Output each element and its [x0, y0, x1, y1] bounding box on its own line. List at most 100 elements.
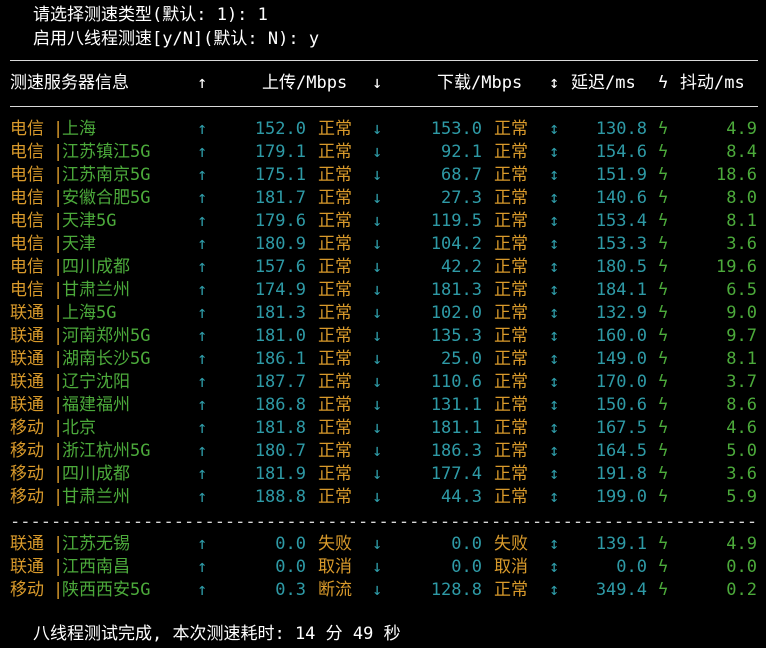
- header-jitter: 抖动/ms: [680, 73, 745, 93]
- download-status: 正常: [494, 188, 528, 208]
- upload-status: 正常: [318, 418, 352, 438]
- isp-name: 电信: [10, 257, 44, 277]
- server-location: 辽宁沈阳: [62, 372, 130, 392]
- isp-name: 移动: [10, 441, 44, 461]
- download-status: 正常: [494, 303, 528, 323]
- download-status: 正常: [494, 326, 528, 346]
- jitter-icon: ϟ: [658, 372, 669, 392]
- download-arrow-icon: ↓: [372, 257, 383, 277]
- latency-value: 170.0: [595, 372, 647, 392]
- isp-name: 电信: [10, 165, 44, 185]
- server-location: 甘肃兰州: [62, 280, 130, 300]
- table-row: 移动 | 陕西西安5G ↑ 0.3 断流 ↓ 128.8 正常 ↕ 349.4 ϟ 0.2: [0, 579, 766, 602]
- server-location: 江苏无锡: [62, 534, 130, 554]
- jitter-icon: ϟ: [658, 326, 669, 346]
- download-value: 27.3: [441, 188, 482, 208]
- updown-arrow-icon: ↕: [549, 211, 560, 231]
- upload-value: 181.3: [254, 303, 306, 323]
- upload-arrow-icon: ↑: [197, 395, 208, 415]
- upload-value: 0.3: [275, 580, 306, 600]
- updown-arrow-icon: ↕: [549, 441, 560, 461]
- download-arrow-icon: ↓: [372, 349, 383, 369]
- upload-value: 181.7: [254, 188, 306, 208]
- table-row: 电信 | 甘肃兰州 ↑ 174.9 正常 ↓ 181.3 正常 ↕ 184.1 ϟ 6.5: [0, 279, 766, 302]
- download-status: 正常: [494, 165, 528, 185]
- table-row: 联通 | 湖南长沙5G ↑ 186.1 正常 ↓ 25.0 正常 ↕ 149.0 ϟ 8.1: [0, 348, 766, 371]
- download-arrow-icon: ↓: [372, 119, 383, 139]
- download-status: 正常: [494, 580, 528, 600]
- jitter-icon: ϟ: [658, 534, 669, 554]
- jitter-value: 4.6: [726, 418, 757, 438]
- upload-value: 181.0: [254, 326, 306, 346]
- upload-value: 0.0: [275, 557, 306, 577]
- latency-value: 149.0: [595, 349, 647, 369]
- latency-value: 191.8: [595, 464, 647, 484]
- server-location: 浙江杭州5G: [62, 441, 151, 461]
- isp-name: 移动: [10, 487, 44, 507]
- latency-value: 184.1: [595, 280, 647, 300]
- table-row: 电信 | 安徽合肥5G ↑ 181.7 正常 ↓ 27.3 正常 ↕ 140.6 ϟ 8.0: [0, 187, 766, 210]
- header-upload: 上传/Mbps: [262, 73, 348, 93]
- upload-arrow-icon: ↑: [197, 303, 208, 323]
- jitter-icon: ϟ: [658, 580, 669, 600]
- server-location: 上海5G: [62, 303, 117, 323]
- upload-status: 失败: [318, 534, 352, 554]
- upload-arrow-icon: ↑: [197, 441, 208, 461]
- updown-arrow-icon: ↕: [549, 188, 560, 208]
- jitter-icon: ϟ: [658, 119, 669, 139]
- upload-value: 181.8: [254, 418, 306, 438]
- jitter-value: 8.6: [726, 395, 757, 415]
- updown-arrow-icon: ↕: [549, 142, 560, 162]
- latency-value: 153.3: [595, 234, 647, 254]
- jitter-icon: ϟ: [658, 211, 669, 231]
- isp-name: 联通: [10, 557, 44, 577]
- jitter-value: 8.1: [726, 211, 757, 231]
- updown-arrow-icon: ↕: [549, 487, 560, 507]
- download-value: 153.0: [430, 119, 482, 139]
- server-location: 河南郑州5G: [62, 326, 151, 346]
- upload-status: 正常: [318, 464, 352, 484]
- isp-name: 移动: [10, 418, 44, 438]
- download-value: 181.1: [430, 418, 482, 438]
- updown-arrow-icon: ↕: [549, 557, 560, 577]
- download-status: 正常: [494, 418, 528, 438]
- upload-arrow-icon: ↑: [197, 188, 208, 208]
- server-location: 陕西西安5G: [62, 580, 151, 600]
- footer-summary: 八线程测试完成, 本次测速耗时: 14 分 49 秒: [33, 624, 401, 644]
- server-location: 四川成都: [62, 464, 130, 484]
- download-arrow-icon: ↓: [372, 487, 383, 507]
- table-row: 移动 | 四川成都 ↑ 181.9 正常 ↓ 177.4 正常 ↕ 191.8 ϟ 3.6: [0, 463, 766, 486]
- updown-arrow-icon: ↕: [549, 349, 560, 369]
- latency-value: 164.5: [595, 441, 647, 461]
- table-row: 电信 | 上海 ↑ 152.0 正常 ↓ 153.0 正常 ↕ 130.8 ϟ 4.9: [0, 118, 766, 141]
- server-location: 天津: [62, 234, 96, 254]
- jitter-value: 9.7: [726, 326, 757, 346]
- server-location: 江西南昌: [62, 557, 130, 577]
- upload-status: 正常: [318, 372, 352, 392]
- prompt-eight-thread: 启用八线程测速[y/N](默认: N): y: [33, 29, 320, 49]
- upload-status: 正常: [318, 188, 352, 208]
- server-location: 四川成都: [62, 257, 130, 277]
- upload-value: 181.9: [254, 464, 306, 484]
- upload-value: 186.8: [254, 395, 306, 415]
- download-arrow-icon: ↓: [372, 234, 383, 254]
- download-value: 181.3: [430, 280, 482, 300]
- isp-name: 联通: [10, 534, 44, 554]
- upload-status: 正常: [318, 211, 352, 231]
- download-status: 正常: [494, 487, 528, 507]
- jitter-value: 3.7: [726, 372, 757, 392]
- upload-arrow-icon: ↑: [197, 280, 208, 300]
- jitter-value: 3.6: [726, 234, 757, 254]
- jitter-icon: ϟ: [658, 349, 669, 369]
- jitter-icon: ϟ: [658, 234, 669, 254]
- latency-value: 140.6: [595, 188, 647, 208]
- download-arrow-icon: ↓: [372, 188, 383, 208]
- upload-status: 正常: [318, 165, 352, 185]
- download-status: 正常: [494, 395, 528, 415]
- download-value: 135.3: [430, 326, 482, 346]
- download-value: 25.0: [441, 349, 482, 369]
- jitter-value: 5.9: [726, 487, 757, 507]
- latency-value: 139.1: [595, 534, 647, 554]
- divider-header: [10, 106, 758, 107]
- prompt-speedtest-type: 请选择测速类型(默认: 1): 1: [33, 5, 268, 25]
